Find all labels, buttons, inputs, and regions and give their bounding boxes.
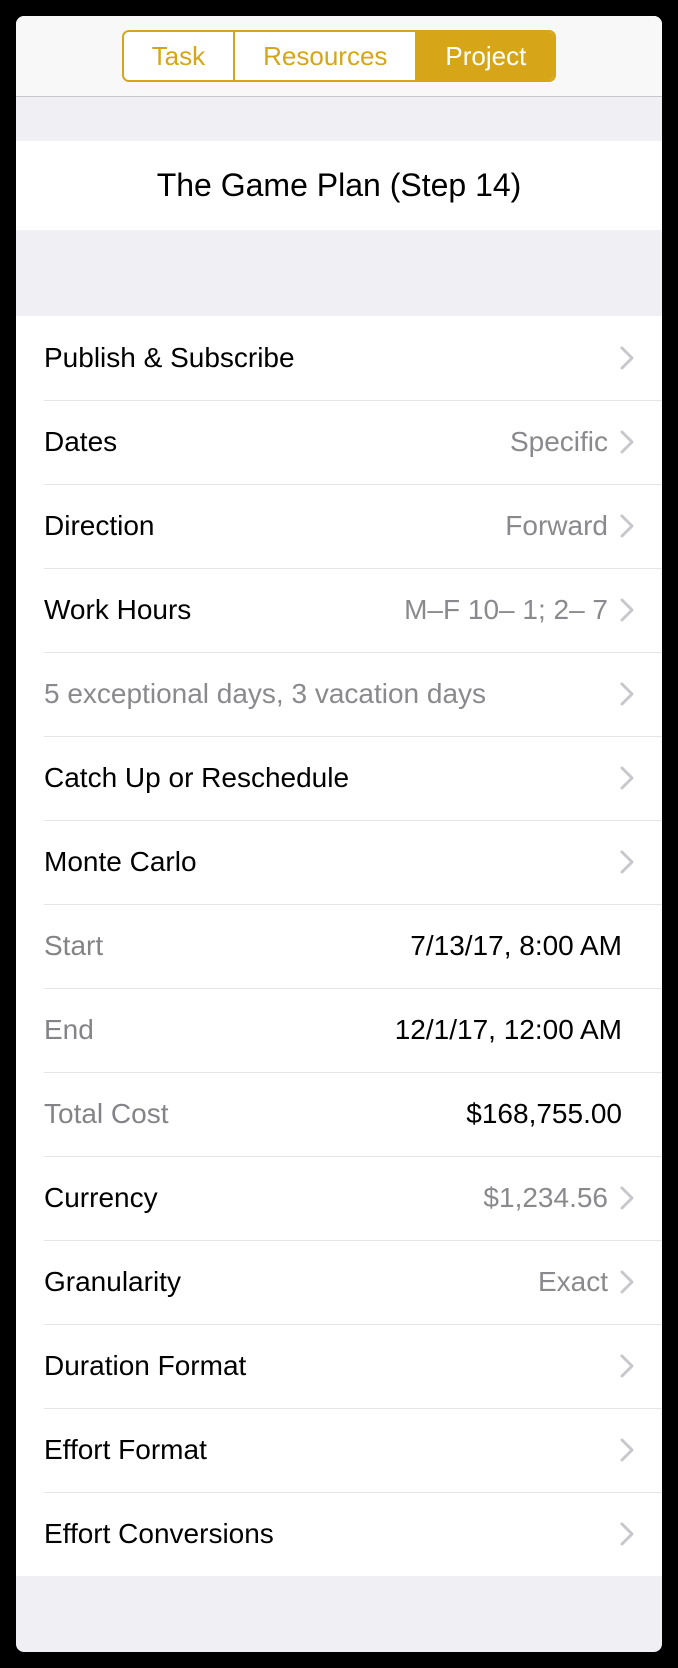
top-toolbar: Task Resources Project <box>16 16 662 97</box>
row-end: End 12/1/17, 12:00 AM <box>16 988 662 1072</box>
row-monte-carlo[interactable]: Monte Carlo <box>16 820 662 904</box>
settings-group: Publish & Subscribe Dates Specific Direc… <box>16 316 662 1576</box>
row-dates[interactable]: Dates Specific <box>16 400 662 484</box>
row-value: M–F 10– 1; 2– 7 <box>404 594 608 626</box>
row-label: Work Hours <box>44 594 404 626</box>
row-label: Monte Carlo <box>44 846 620 878</box>
chevron-right-icon <box>620 1270 634 1294</box>
row-label: Catch Up or Reschedule <box>44 762 620 794</box>
chevron-right-icon <box>620 1186 634 1210</box>
row-granularity[interactable]: Granularity Exact <box>16 1240 662 1324</box>
row-label: Currency <box>44 1182 483 1214</box>
row-label: Duration Format <box>44 1350 620 1382</box>
chevron-right-icon <box>620 682 634 706</box>
tab-task[interactable]: Task <box>124 32 235 80</box>
row-value: $168,755.00 <box>466 1098 622 1130</box>
row-value: $1,234.56 <box>483 1182 608 1214</box>
row-value: 7/13/17, 8:00 AM <box>410 930 622 962</box>
row-value: Specific <box>510 426 608 458</box>
row-label: Effort Conversions <box>44 1518 620 1550</box>
row-start: Start 7/13/17, 8:00 AM <box>16 904 662 988</box>
row-exceptions[interactable]: 5 exceptional days, 3 vacation days <box>16 652 662 736</box>
chevron-right-icon <box>620 430 634 454</box>
inspector-tab-segmented-control: Task Resources Project <box>122 30 557 82</box>
tab-resources[interactable]: Resources <box>235 32 417 80</box>
row-label: Publish & Subscribe <box>44 342 620 374</box>
project-title: The Game Plan (Step 14) <box>16 167 662 204</box>
project-inspector-screen: Task Resources Project The Game Plan (St… <box>16 16 662 1652</box>
chevron-right-icon <box>620 1438 634 1462</box>
row-label: Dates <box>44 426 510 458</box>
row-work-hours[interactable]: Work Hours M–F 10– 1; 2– 7 <box>16 568 662 652</box>
row-value: Exact <box>538 1266 608 1298</box>
row-label: Direction <box>44 510 505 542</box>
row-value: 12/1/17, 12:00 AM <box>395 1014 622 1046</box>
row-label: Start <box>44 930 410 962</box>
row-currency[interactable]: Currency $1,234.56 <box>16 1156 662 1240</box>
chevron-right-icon <box>620 598 634 622</box>
chevron-right-icon <box>620 1522 634 1546</box>
chevron-right-icon <box>620 850 634 874</box>
row-label: Total Cost <box>44 1098 466 1130</box>
row-effort-format[interactable]: Effort Format <box>16 1408 662 1492</box>
row-value: Forward <box>505 510 608 542</box>
row-catch-up-reschedule[interactable]: Catch Up or Reschedule <box>16 736 662 820</box>
row-label: 5 exceptional days, 3 vacation days <box>44 678 620 710</box>
row-total-cost: Total Cost $168,755.00 <box>16 1072 662 1156</box>
tab-project[interactable]: Project <box>417 32 554 80</box>
project-title-section: The Game Plan (Step 14) <box>16 141 662 230</box>
row-label: End <box>44 1014 395 1046</box>
chevron-right-icon <box>620 1354 634 1378</box>
row-duration-format[interactable]: Duration Format <box>16 1324 662 1408</box>
row-label: Granularity <box>44 1266 538 1298</box>
chevron-right-icon <box>620 514 634 538</box>
row-direction[interactable]: Direction Forward <box>16 484 662 568</box>
chevron-right-icon <box>620 766 634 790</box>
row-publish-subscribe[interactable]: Publish & Subscribe <box>16 316 662 400</box>
chevron-right-icon <box>620 346 634 370</box>
row-effort-conversions[interactable]: Effort Conversions <box>16 1492 662 1576</box>
row-label: Effort Format <box>44 1434 620 1466</box>
